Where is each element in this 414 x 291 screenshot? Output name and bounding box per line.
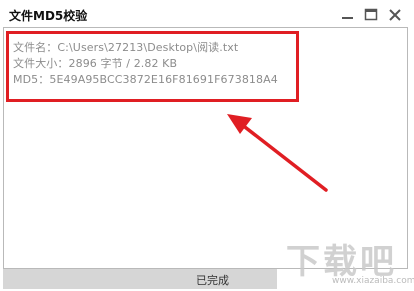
- status-text: 已完成: [196, 274, 229, 287]
- minimize-icon: [342, 17, 353, 19]
- window-title: 文件MD5校验: [9, 9, 88, 23]
- file-name-text: 文件名：C:\Users\27213\Desktop\阅读.txt: [13, 41, 239, 54]
- maximize-button[interactable]: [362, 6, 380, 24]
- title-bar: 文件MD5校验: [0, 0, 414, 30]
- maximize-icon: [364, 8, 378, 21]
- md5-text: MD5：5E49A95BCC3872E16F81691F673818A4: [13, 73, 278, 86]
- status-bar: [3, 269, 277, 289]
- file-size-text: 文件大小：2896 字节 / 2.82 KB: [13, 57, 178, 70]
- minimize-button[interactable]: [339, 6, 357, 24]
- close-icon: [389, 9, 401, 21]
- close-button[interactable]: [386, 6, 404, 24]
- watermark-url: www.xiazaiba.com: [332, 276, 414, 286]
